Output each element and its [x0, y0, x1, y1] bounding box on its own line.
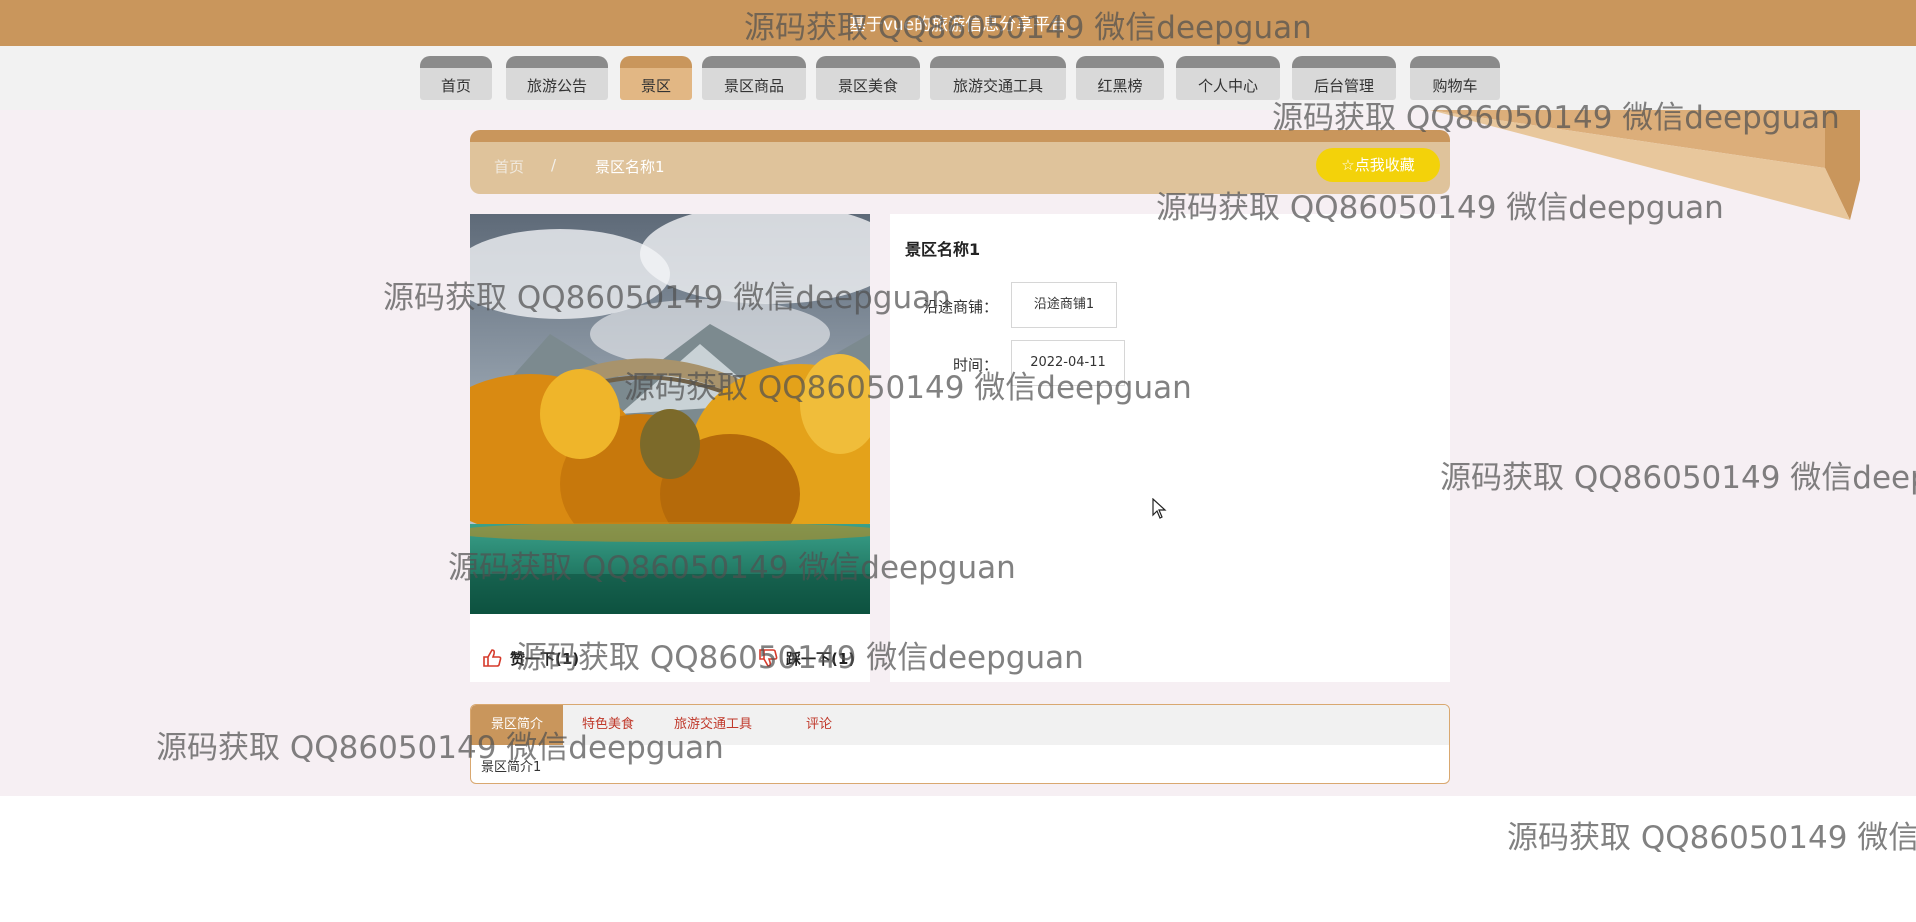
watermark: 源码获取 QQ86050149 微信deepguan	[744, 10, 1312, 46]
nav-item-home[interactable]: 首页	[420, 56, 492, 100]
scenic-name: 景区名称1	[905, 240, 981, 259]
nav-item-scenic-goods[interactable]: 景区商品	[702, 56, 806, 100]
watermark: 源码获取 QQ86050149 微信deepguan	[448, 550, 1016, 586]
breadcrumb-home[interactable]: 首页	[494, 156, 524, 177]
breadcrumb-separator: /	[551, 156, 557, 174]
watermark: 源码获取 QQ86050149 微信deepguan	[516, 640, 1084, 676]
watermark: 源码获取 QQ86050149 微信deepguan	[1272, 100, 1840, 136]
watermark: 源码获取 QQ86050149 微信deepguan	[383, 280, 951, 316]
mouse-cursor-icon	[1152, 498, 1167, 519]
breadcrumb-current: 景区名称1	[595, 158, 665, 176]
nav-item-scenic[interactable]: 景区	[620, 56, 692, 100]
watermark: 源码获取 QQ86050149 微信deepguan	[1507, 820, 1916, 856]
nav-item-scenic-food[interactable]: 景区美食	[816, 56, 920, 100]
watermark: 源码获取 QQ86050149 微信deepguan	[156, 730, 724, 766]
watermark: 源码获取 QQ86050149 微信deepguan	[1440, 460, 1916, 496]
nav-item-user-center[interactable]: 个人中心	[1176, 56, 1280, 100]
favorite-button[interactable]: ☆点我收藏	[1316, 148, 1440, 182]
nav-item-transport[interactable]: 旅游交通工具	[930, 56, 1066, 100]
thumbs-up-icon	[482, 648, 502, 671]
nav-item-ranking[interactable]: 红黑榜	[1076, 56, 1164, 100]
nav-item-announcements[interactable]: 旅游公告	[506, 56, 608, 100]
watermark: 源码获取 QQ86050149 微信deepguan	[1156, 190, 1724, 226]
watermark: 源码获取 QQ86050149 微信deepguan	[624, 370, 1192, 406]
tab-comments[interactable]: 评论	[789, 705, 849, 745]
shops-value: 沿途商铺1	[1011, 282, 1117, 328]
